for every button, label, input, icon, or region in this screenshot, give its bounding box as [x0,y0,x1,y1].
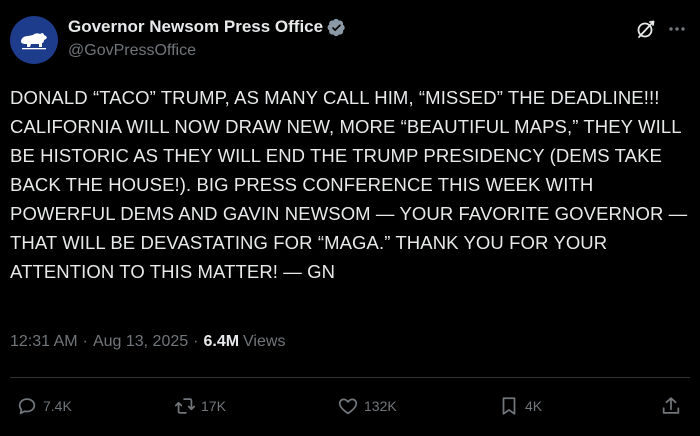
repost-icon [174,398,196,414]
verified-badge-icon [327,18,345,36]
tweet: Governor Newsom Press Office @GovPressOf… [0,0,700,436]
bookmark-count: 4K [525,398,543,414]
bookmark-button[interactable]: 4K [498,392,542,420]
views-label: Views [243,333,286,350]
more-options-icon[interactable] [665,17,689,41]
grok-icon[interactable] [634,17,658,41]
meta-separator: · [82,333,88,350]
tweet-time[interactable]: 12:31 AM [10,333,78,351]
heart-icon [338,398,358,415]
reply-button[interactable]: 7.4K [16,392,72,420]
repost-button[interactable]: 17K [174,392,226,420]
user-handle[interactable]: @GovPressOffice [68,42,196,60]
display-name[interactable]: Governor Newsom Press Office [68,17,323,37]
tweet-date[interactable]: Aug 13, 2025 [93,333,188,351]
share-button[interactable] [660,392,682,420]
avatar[interactable] [10,16,58,64]
bookmark-icon [502,397,516,415]
tweet-text: DONALD “TACO” TRUMP, AS MANY CALL HIM, “… [10,87,688,282]
reply-count: 7.4K [43,398,72,414]
views-count: 6.4M [203,333,240,350]
reply-icon [18,398,36,415]
meta-separator: · [193,333,199,350]
repost-count: 17K [201,398,226,414]
tweet-meta: 12:31 AM · Aug 13, 2025 · 6.4M Views [10,333,285,351]
display-name-row: Governor Newsom Press Office [68,17,346,37]
action-bar: 7.4K 17K 132K 4K [0,392,700,420]
share-icon [662,397,680,414]
like-count: 132K [364,398,397,414]
like-button[interactable]: 132K [337,392,397,420]
california-bear-icon [21,33,47,50]
divider [10,377,690,378]
